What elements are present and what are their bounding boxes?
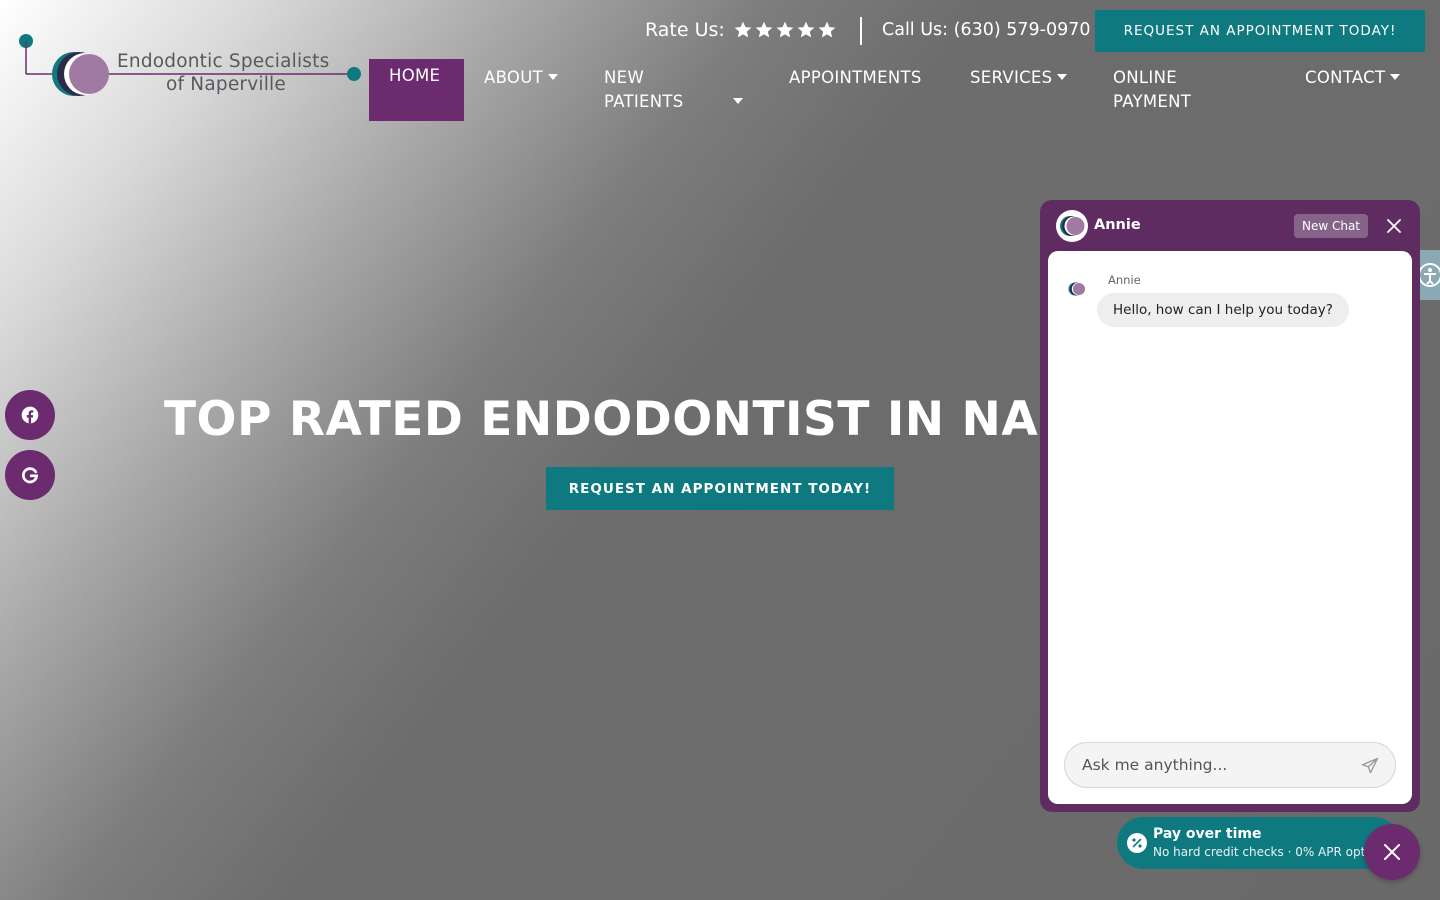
percent-badge-icon xyxy=(1127,833,1147,853)
chat-input[interactable] xyxy=(1064,742,1396,788)
rate-us-label: Rate Us: xyxy=(645,19,725,41)
nav-appointments-label: APPOINTMENTS xyxy=(789,68,922,87)
nav-online-payment-label-2: PAYMENT xyxy=(1113,92,1192,111)
call-us[interactable]: Call Us: (630) 579-0970 xyxy=(882,20,1091,40)
facebook-button[interactable] xyxy=(5,390,55,440)
chat-widget: Annie New Chat Annie Hello, how can I he… xyxy=(1040,200,1420,812)
topbar-divider xyxy=(860,17,862,45)
facebook-icon xyxy=(21,406,39,424)
nav-item-new-patients[interactable]: NEW PATIENTS xyxy=(604,66,743,114)
chat-agent-avatar xyxy=(1056,210,1088,242)
send-icon[interactable] xyxy=(1360,756,1380,776)
nav-contact-label: CONTACT xyxy=(1305,68,1386,87)
star-icon[interactable] xyxy=(754,20,774,40)
rating-stars[interactable] xyxy=(733,20,837,40)
caret-down-icon xyxy=(1057,73,1068,80)
nav-home-label: HOME xyxy=(389,66,441,85)
nav-online-payment-label-1: ONLINE xyxy=(1113,68,1177,87)
nav-item-online-payment[interactable]: ONLINE PAYMENT xyxy=(1113,66,1191,114)
nav-new-patients-label-2: PATIENTS xyxy=(604,92,684,111)
caret-down-icon xyxy=(1390,73,1401,80)
star-icon[interactable] xyxy=(733,20,753,40)
nav-about-label: ABOUT xyxy=(484,68,543,87)
pay-over-time-banner[interactable]: Pay over time No hard credit checks · 0%… xyxy=(1117,817,1400,869)
google-icon xyxy=(22,467,39,484)
nav-item-appointments[interactable]: APPOINTMENTS xyxy=(789,66,922,90)
chat-body: Annie Hello, how can I help you today? xyxy=(1048,251,1412,804)
agent-logo-icon xyxy=(1060,216,1085,236)
call-us-label: Call Us: xyxy=(882,20,954,40)
chat-toggle-button[interactable] xyxy=(1364,824,1420,880)
caret-down-icon xyxy=(547,73,558,80)
message-bubble: Hello, how can I help you today? xyxy=(1097,293,1349,327)
pay-subtitle: No hard credit checks · 0% APR options xyxy=(1153,845,1390,859)
chat-header: Annie New Chat xyxy=(1040,200,1420,251)
google-button[interactable] xyxy=(5,450,55,500)
nav-item-about[interactable]: ABOUT xyxy=(484,66,558,90)
request-appointment-hero-button[interactable]: REQUEST AN APPOINTMENT TODAY! xyxy=(546,467,894,510)
nav-item-contact[interactable]: CONTACT xyxy=(1305,66,1401,90)
phone-number[interactable]: (630) 579-0970 xyxy=(954,20,1091,40)
pay-title: Pay over time xyxy=(1153,826,1262,842)
close-icon xyxy=(1384,844,1400,860)
caret-down-icon xyxy=(732,97,743,104)
site-logo[interactable]: Endodontic Specialists of Naperville xyxy=(16,30,366,102)
logo-text-line1: Endodontic Specialists xyxy=(117,51,330,72)
star-icon[interactable] xyxy=(775,20,795,40)
nav-services-label: SERVICES xyxy=(970,68,1053,87)
nav-new-patients-label-1: NEW xyxy=(604,68,644,87)
nav-item-services[interactable]: SERVICES xyxy=(970,66,1068,90)
new-chat-button[interactable]: New Chat xyxy=(1294,214,1368,238)
star-icon[interactable] xyxy=(796,20,816,40)
chat-agent-name: Annie xyxy=(1094,217,1141,233)
star-icon[interactable] xyxy=(817,20,837,40)
agent-logo-icon xyxy=(1068,282,1085,296)
message-sender: Annie xyxy=(1108,273,1141,287)
request-appointment-header-button[interactable]: REQUEST AN APPOINTMENT TODAY! xyxy=(1095,10,1425,52)
logo-text-line2: of Naperville xyxy=(166,74,286,95)
close-icon[interactable] xyxy=(1384,216,1404,236)
rate-us: Rate Us: xyxy=(645,19,837,41)
nav-item-home[interactable]: HOME xyxy=(369,59,464,121)
